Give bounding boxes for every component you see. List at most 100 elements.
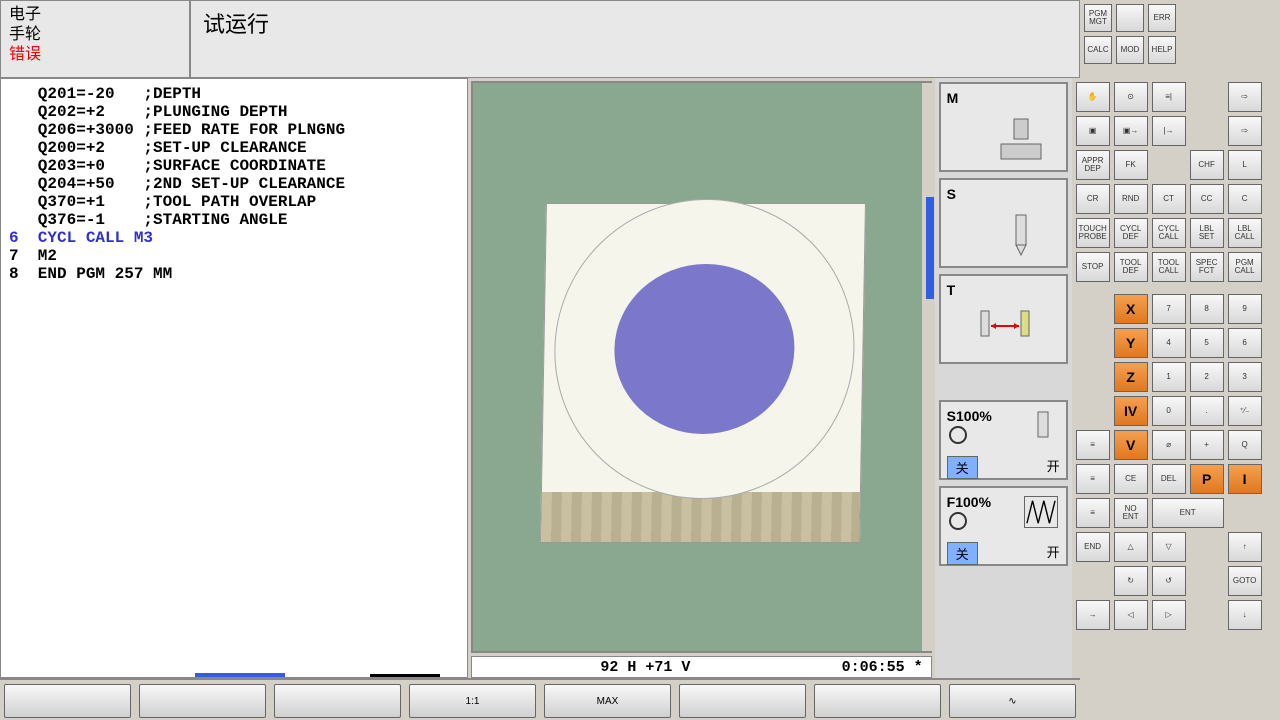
keypad-key[interactable]: Q [1228, 430, 1262, 460]
t-panel[interactable]: T [939, 274, 1068, 364]
keypad-key[interactable]: ⌀ [1152, 430, 1186, 460]
fn-key[interactable]: CYCL DEF [1114, 218, 1148, 248]
keypad-key[interactable]: Z [1114, 362, 1148, 392]
keypad-key[interactable]: V [1114, 430, 1148, 460]
fn-key[interactable]: CHF [1190, 150, 1224, 180]
f-off-button[interactable]: 关 [947, 542, 978, 565]
keypad-key[interactable]: → [1076, 600, 1110, 630]
tool-change-icon [971, 306, 1041, 356]
keypad-key[interactable]: 0 [1152, 396, 1186, 426]
fn-key[interactable]: L [1228, 150, 1262, 180]
fn-key[interactable]: ⊙ [1114, 82, 1148, 112]
keypad-key[interactable]: NO ENT [1114, 498, 1148, 528]
softkey[interactable]: MAX [544, 684, 671, 718]
fn-key[interactable]: LBL CALL [1228, 218, 1262, 248]
nc-code-listing[interactable]: Q201=-20 ;DEPTH Q202=+2 ;PLUNGING DEPTH … [0, 78, 468, 678]
keypad-key[interactable]: 8 [1190, 294, 1224, 324]
keypad-key[interactable]: 3 [1228, 362, 1262, 392]
keypad-key[interactable]: ≡ [1076, 430, 1110, 460]
keypad-key[interactable]: ≡ [1076, 464, 1110, 494]
keypad-key[interactable]: DEL [1152, 464, 1186, 494]
s-panel[interactable]: S [939, 178, 1068, 268]
fn-key[interactable]: ▣ [1076, 116, 1110, 146]
keypad-key[interactable]: ▽ [1152, 532, 1186, 562]
s100-panel[interactable]: S100% 关 开 [939, 400, 1068, 480]
fn-key[interactable]: TOUCH PROBE [1076, 218, 1110, 248]
keypad-key[interactable]: + [1190, 430, 1224, 460]
fn-key[interactable]: CT [1152, 184, 1186, 214]
keypad-key[interactable]: 4 [1152, 328, 1186, 358]
fn-key[interactable]: SPEC FCT [1190, 252, 1224, 282]
softkey-bar: 1:1MAX ∿ [0, 678, 1080, 720]
softkey[interactable] [814, 684, 941, 718]
help-key[interactable]: HELP [1148, 36, 1176, 64]
keypad: ✋⊙≡|⇨▣▣→|→⇨APPR DEPFKCHFLCRRNDCTCCCTOUCH… [1072, 78, 1280, 678]
keypad-key[interactable]: ENT [1152, 498, 1224, 528]
keypad-key[interactable]: △ [1114, 532, 1148, 562]
fn-key[interactable]: APPR DEP [1076, 150, 1110, 180]
softkey[interactable] [679, 684, 806, 718]
fn-key[interactable]: CR [1076, 184, 1110, 214]
keypad-key[interactable]: 9 [1228, 294, 1262, 324]
keypad-key[interactable]: . [1190, 396, 1224, 426]
keypad-key[interactable]: ↺ [1152, 566, 1186, 596]
machine-icon [996, 114, 1046, 164]
keypad-key[interactable]: ↓ [1228, 600, 1262, 630]
code-line: 8 END PGM 257 MM [9, 265, 459, 283]
fn-key[interactable]: ✋ [1076, 82, 1110, 112]
keypad-key[interactable]: ≡ [1076, 498, 1110, 528]
fn-key[interactable]: TOOL DEF [1114, 252, 1148, 282]
keypad-key[interactable]: IV [1114, 396, 1148, 426]
3d-simulation-viewport[interactable] [471, 81, 931, 653]
fn-key[interactable]: ▣→ [1114, 116, 1148, 146]
keypad-key[interactable]: ↑ [1228, 532, 1262, 562]
page-title: 试运行 [203, 12, 269, 37]
keypad-key[interactable]: ◁ [1114, 600, 1148, 630]
keypad-key[interactable]: 2 [1190, 362, 1224, 392]
fn-key[interactable]: C [1228, 184, 1262, 214]
keypad-key[interactable]: 6 [1228, 328, 1262, 358]
fn-key[interactable]: TOOL CALL [1152, 252, 1186, 282]
keypad-key[interactable]: Y [1114, 328, 1148, 358]
mod-key[interactable]: MOD [1116, 36, 1144, 64]
keypad-key[interactable]: CE [1114, 464, 1148, 494]
m-panel[interactable]: M [939, 82, 1068, 172]
fn-key[interactable]: CYCL CALL [1152, 218, 1186, 248]
softkey[interactable] [4, 684, 131, 718]
softkey[interactable] [139, 684, 266, 718]
keypad-key[interactable]: 7 [1152, 294, 1186, 324]
keypad-key[interactable]: END [1076, 532, 1110, 562]
fn-key[interactable]: ≡| [1152, 82, 1186, 112]
fn-key[interactable]: PGM CALL [1228, 252, 1262, 282]
keypad-key[interactable]: GOTO [1228, 566, 1262, 596]
fn-key[interactable]: STOP [1076, 252, 1110, 282]
keypad-key[interactable]: P [1190, 464, 1224, 494]
calc-key[interactable]: CALC [1084, 36, 1112, 64]
fn-key[interactable]: FK [1114, 150, 1148, 180]
fn-key[interactable]: LBL SET [1190, 218, 1224, 248]
f-on-button[interactable]: 开 [1047, 542, 1060, 565]
keypad-key[interactable]: I [1228, 464, 1262, 494]
fn-key[interactable]: ⇨ [1228, 116, 1262, 146]
keypad-key[interactable]: 5 [1190, 328, 1224, 358]
keypad-key[interactable]: 1 [1152, 362, 1186, 392]
fn-key[interactable]: ⇨ [1228, 82, 1262, 112]
s-off-button[interactable]: 关 [947, 456, 978, 479]
s-on-button[interactable]: 开 [1047, 456, 1060, 479]
viewport-scrollbar[interactable] [922, 83, 934, 651]
fn-key[interactable]: CC [1190, 184, 1224, 214]
err-key[interactable]: ERR [1148, 4, 1176, 32]
fn-key[interactable]: |→ [1152, 116, 1186, 146]
keypad-key[interactable]: ⁺⁄₋ [1228, 396, 1262, 426]
keypad-key[interactable]: ↻ [1114, 566, 1148, 596]
softkey[interactable]: ∿ [949, 684, 1076, 718]
f100-panel[interactable]: F100% 关 开 [939, 486, 1068, 566]
keypad-key[interactable]: X [1114, 294, 1148, 324]
fn-key[interactable]: RND [1114, 184, 1148, 214]
softkey[interactable] [274, 684, 401, 718]
pgm-mgt-key[interactable]: PGM MGT [1084, 4, 1112, 32]
scroll-thumb[interactable] [926, 197, 934, 299]
keypad-key[interactable]: ▷ [1152, 600, 1186, 630]
softkey[interactable]: 1:1 [409, 684, 536, 718]
blank-key[interactable] [1116, 4, 1144, 32]
